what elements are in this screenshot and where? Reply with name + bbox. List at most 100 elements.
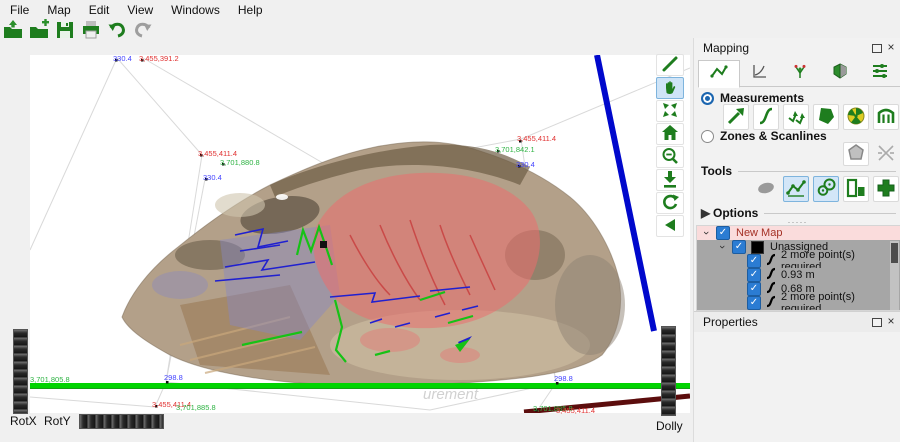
hand-icon <box>660 77 680 100</box>
measurement-checkbox[interactable]: ✓ <box>747 296 761 310</box>
rotate-icon <box>660 192 680 215</box>
zones-label: Zones & Scanlines <box>720 129 827 143</box>
zones-radio-row[interactable]: Zones & Scanlines <box>701 129 827 143</box>
tab-measurements[interactable] <box>698 60 740 88</box>
tree-row-new-map[interactable]: › ✓ New Map <box>697 226 900 240</box>
auto-detect-tool-button[interactable] <box>813 176 839 202</box>
dolly-label: Dolly <box>656 419 683 433</box>
close-panel-icon[interactable]: × <box>885 40 897 54</box>
tree-row-measurement[interactable]: ✓ 2 more point(s) required. <box>697 296 900 310</box>
import-button[interactable] <box>27 20 51 43</box>
scanline-cross-button[interactable] <box>873 142 899 166</box>
trace-curve-button[interactable] <box>753 104 779 130</box>
viewport-3d[interactable]: urement 330.4 3,455,391.2 3,455,411.4 3,… <box>30 55 690 413</box>
print-button[interactable] <box>79 20 103 43</box>
zoom-extents-button[interactable] <box>656 100 684 122</box>
lineation-button[interactable] <box>783 104 809 130</box>
coord-label: 3,701,805.8 <box>30 376 70 384</box>
menu-file[interactable]: File <box>0 1 38 19</box>
polygon-area-button[interactable] <box>813 104 839 130</box>
tab-vegetation[interactable] <box>780 60 820 87</box>
color-swatch[interactable] <box>751 241 764 254</box>
gears-icon <box>815 177 837 202</box>
rotxy-slider[interactable] <box>79 414 164 429</box>
zone-polygon-button[interactable] <box>843 142 869 166</box>
orientation-arrow-button[interactable] <box>723 104 749 130</box>
measurement-checkbox[interactable]: ✓ <box>747 268 761 282</box>
coord-label: 298.8 <box>554 375 573 383</box>
measurements-radio-row[interactable]: Measurements <box>701 91 804 105</box>
tools-section-label: Tools <box>701 164 732 178</box>
menu-edit[interactable]: Edit <box>80 1 119 19</box>
folder-plus-icon <box>28 19 50 44</box>
menu-map[interactable]: Map <box>38 1 79 19</box>
tab-settings[interactable] <box>860 60 900 87</box>
redo-button[interactable] <box>131 20 155 43</box>
rotate-view-button[interactable] <box>656 192 684 214</box>
save-button[interactable] <box>53 20 77 43</box>
measurements-label: Measurements <box>720 91 804 105</box>
measurement-checkbox[interactable]: ✓ <box>747 254 761 268</box>
coord-label: 298.8 <box>164 374 183 382</box>
undo-button[interactable] <box>105 20 129 43</box>
undo-icon <box>106 19 128 44</box>
chevron-down-icon[interactable]: › <box>700 228 712 238</box>
measurements-radio[interactable] <box>701 92 714 105</box>
home-view-button[interactable] <box>656 123 684 145</box>
rectangles-icon <box>845 177 867 202</box>
scene-canvas: urement <box>30 55 690 413</box>
tree-scrollbar[interactable] <box>890 241 899 310</box>
disc-fit-button[interactable] <box>843 104 869 130</box>
close-panel-icon[interactable]: × <box>885 314 897 328</box>
measurement-label: 2 more point(s) required. <box>781 291 900 311</box>
menu-help[interactable]: Help <box>229 1 272 19</box>
zones-radio[interactable] <box>701 130 714 143</box>
mapping-panel-title: Mapping <box>703 41 749 55</box>
add-tool-button[interactable] <box>873 176 899 202</box>
plant-icon <box>791 62 809 85</box>
coord-label: 3,701,880.8 <box>220 159 260 167</box>
section-tool-button[interactable] <box>783 176 809 202</box>
measurement-checkbox[interactable]: ✓ <box>747 282 761 296</box>
coord-label: 3,455,411.4 <box>198 150 237 158</box>
coord-label: 3,455,391.2 <box>139 55 179 63</box>
span-measure-button[interactable] <box>873 104 899 130</box>
polygon-icon <box>815 105 837 130</box>
zoom-out-button[interactable] <box>656 146 684 168</box>
dolly-slider[interactable] <box>661 326 676 416</box>
float-panel-icon[interactable] <box>872 318 882 327</box>
view-toolbar <box>656 54 686 237</box>
open-project-button[interactable] <box>1 20 25 43</box>
export-view-button[interactable] <box>656 169 684 191</box>
redo-icon <box>132 19 154 44</box>
s-curve-icon <box>755 105 777 130</box>
polyhedron-icon <box>831 62 849 85</box>
ellipse-tool-button[interactable] <box>753 176 779 202</box>
left-rotation-slider[interactable] <box>13 329 28 414</box>
tree-row-measurement[interactable]: ✓ 0.93 m <box>697 268 900 282</box>
previous-view-button[interactable] <box>656 215 684 237</box>
mapping-panel-header: Mapping × <box>694 38 900 58</box>
tree-scrollbar-thumb[interactable] <box>891 243 898 263</box>
float-panel-icon[interactable] <box>872 44 882 53</box>
chevron-down-icon[interactable]: › <box>716 242 728 252</box>
mapping-tabs <box>698 60 900 87</box>
new-map-checkbox[interactable]: ✓ <box>716 226 730 240</box>
coord-label: 3,455,411.4 <box>556 407 595 415</box>
unassigned-checkbox[interactable]: ✓ <box>732 240 746 254</box>
pan-button[interactable] <box>656 77 684 99</box>
properties-panel-title: Properties <box>703 315 758 329</box>
menu-view[interactable]: View <box>118 1 162 19</box>
tab-stereonet[interactable] <box>740 60 780 87</box>
scanline-icon <box>710 63 728 86</box>
menu-windows[interactable]: Windows <box>162 1 229 19</box>
tab-model[interactable] <box>820 60 860 87</box>
map-tree: › ✓ New Map › ✓ Unassigned ✓ 2 more poin… <box>696 225 900 311</box>
draw-line-button[interactable] <box>656 54 684 76</box>
tree-row-measurement[interactable]: ✓ 2 more point(s) required. <box>697 254 900 268</box>
layout-tool-button[interactable] <box>843 176 869 202</box>
save-icon <box>54 19 76 44</box>
curve-measure-icon <box>765 295 777 311</box>
zigzag-arrows-icon <box>785 105 807 130</box>
gray-pentagon-icon <box>845 142 867 167</box>
